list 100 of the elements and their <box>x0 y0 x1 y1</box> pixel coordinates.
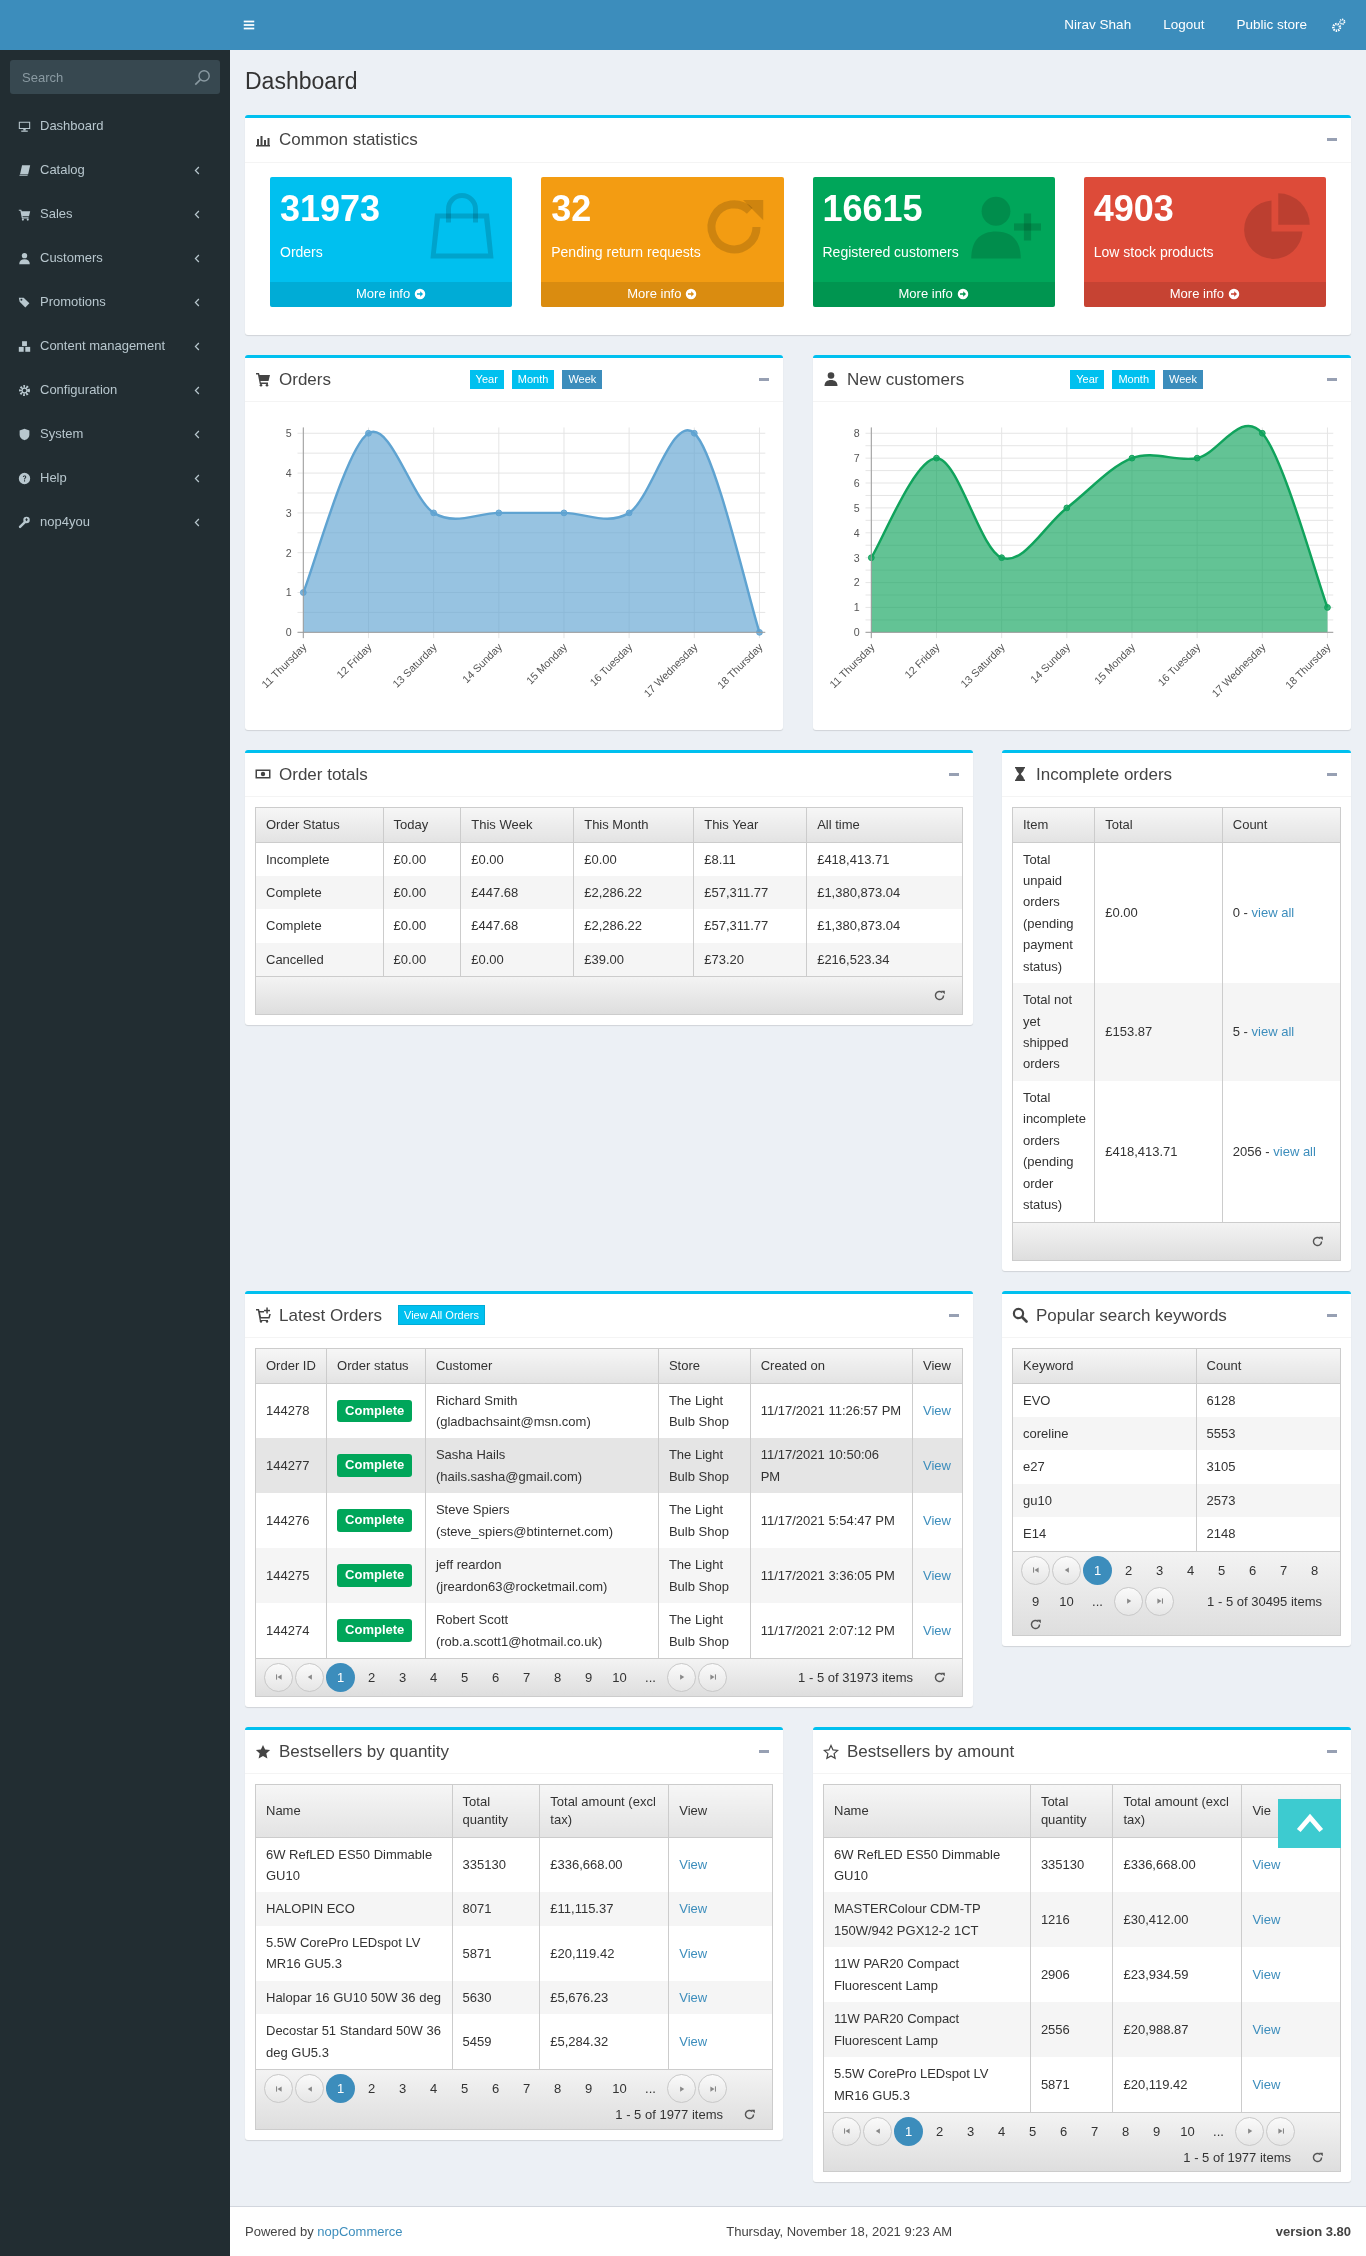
public-store-link[interactable]: Public store <box>1236 14 1307 36</box>
more-info-link[interactable]: More info <box>1083 281 1326 307</box>
page-button[interactable]: 8 <box>543 2074 572 2104</box>
view-link[interactable]: View <box>1252 2076 1281 2092</box>
last-page-button[interactable] <box>698 1662 727 1692</box>
view-link[interactable]: View <box>679 1857 708 1873</box>
page-button[interactable]: 4 <box>419 1662 448 1692</box>
more-info-link[interactable]: More info <box>812 281 1055 307</box>
sidebar-item[interactable]: Promotions <box>0 280 230 324</box>
collapse-button[interactable] <box>1327 772 1337 776</box>
collapse-button[interactable] <box>1327 377 1337 381</box>
page-button[interactable]: 6 <box>1238 1555 1267 1585</box>
page-button[interactable]: 2 <box>925 2116 954 2146</box>
next-page-button[interactable] <box>1114 1586 1143 1616</box>
page-button[interactable]: 4 <box>987 2116 1016 2146</box>
collapse-button[interactable] <box>1327 138 1337 142</box>
last-page-button[interactable] <box>1266 2116 1295 2146</box>
view-all-link[interactable]: view all <box>1273 1143 1316 1159</box>
sidebar-item[interactable]: Dashboard <box>0 104 230 148</box>
menu-button[interactable] <box>242 18 256 32</box>
page-button[interactable]: 2 <box>357 2074 386 2104</box>
view-link[interactable]: View <box>1252 1967 1281 1983</box>
previous-page-button[interactable] <box>295 1662 324 1692</box>
sidebar-item[interactable]: nop4you <box>0 500 230 544</box>
first-page-button[interactable] <box>832 2116 861 2146</box>
page-button[interactable]: 4 <box>1176 1555 1205 1585</box>
next-page-button[interactable] <box>1235 2116 1264 2146</box>
collapse-button[interactable] <box>949 772 959 776</box>
page-button[interactable]: 6 <box>1049 2116 1078 2146</box>
view-link[interactable]: View <box>923 1513 951 1529</box>
page-button[interactable]: 2 <box>357 1662 386 1692</box>
page-button[interactable]: 6 <box>481 1662 510 1692</box>
page-button[interactable]: 10 <box>1173 2116 1202 2146</box>
view-link[interactable]: View <box>679 1945 708 1961</box>
page-button[interactable]: 10 <box>605 1662 634 1692</box>
view-all-link[interactable]: view all <box>1251 1024 1295 1040</box>
page-button[interactable]: 9 <box>574 1662 603 1692</box>
first-page-button[interactable] <box>264 2074 293 2104</box>
page-button[interactable]: 1 <box>1083 1555 1112 1585</box>
page-button[interactable]: 9 <box>574 2074 603 2104</box>
page-button[interactable]: 9 <box>1142 2116 1171 2146</box>
page-button[interactable]: 5 <box>450 2074 479 2104</box>
page-button[interactable]: 7 <box>512 2074 541 2104</box>
next-page-button[interactable] <box>667 1662 696 1692</box>
last-page-button[interactable] <box>1145 1586 1174 1616</box>
page-button[interactable]: 7 <box>1269 1555 1298 1585</box>
page-button[interactable]: 5 <box>450 1662 479 1692</box>
page-button[interactable]: 1 <box>894 2116 923 2146</box>
sidebar-item[interactable]: System <box>0 412 230 456</box>
page-button[interactable]: 6 <box>481 2074 510 2104</box>
more-pages-button[interactable]: ... <box>1083 1586 1112 1616</box>
collapse-button[interactable] <box>759 1750 769 1754</box>
more-pages-button[interactable]: ... <box>636 1662 665 1692</box>
last-page-button[interactable] <box>698 2074 727 2104</box>
first-page-button[interactable] <box>264 1662 293 1692</box>
sidebar-item[interactable]: Catalog <box>0 148 230 192</box>
page-button[interactable]: 2 <box>1114 1555 1143 1585</box>
view-link[interactable]: View <box>923 1403 951 1419</box>
page-button[interactable]: 7 <box>1080 2116 1109 2146</box>
previous-page-button[interactable] <box>295 2074 324 2104</box>
collapse-button[interactable] <box>1327 1750 1337 1754</box>
sidebar-item[interactable]: Sales <box>0 192 230 236</box>
page-button[interactable]: 8 <box>1300 1555 1329 1585</box>
first-page-button[interactable] <box>1021 1555 1050 1585</box>
page-button[interactable]: 3 <box>956 2116 985 2146</box>
search-field[interactable]: Search <box>10 60 220 94</box>
page-button[interactable]: 8 <box>1111 2116 1140 2146</box>
sidebar-item[interactable]: Content management <box>0 324 230 368</box>
view-link[interactable]: View <box>679 2033 708 2049</box>
view-link[interactable]: View <box>923 1622 951 1638</box>
view-all-link[interactable]: view all <box>1251 905 1295 921</box>
page-button[interactable]: 4 <box>419 2074 448 2104</box>
period-button[interactable]: Week <box>562 369 603 390</box>
view-link[interactable]: View <box>1252 1857 1281 1873</box>
page-button[interactable]: 3 <box>1145 1555 1174 1585</box>
page-button[interactable]: 10 <box>605 2074 634 2104</box>
collapse-button[interactable] <box>949 1313 959 1317</box>
page-button[interactable]: 3 <box>388 2074 417 2104</box>
sidebar-item[interactable]: Help <box>0 456 230 500</box>
collapse-button[interactable] <box>1327 1313 1337 1317</box>
user-name-link[interactable]: Nirav Shah <box>1064 14 1132 36</box>
sidebar-item[interactable]: Customers <box>0 236 230 280</box>
page-button[interactable]: 5 <box>1207 1555 1236 1585</box>
next-page-button[interactable] <box>667 2074 696 2104</box>
page-button[interactable]: 1 <box>326 2074 355 2104</box>
more-pages-button[interactable]: ... <box>1204 2116 1233 2146</box>
collapse-button[interactable] <box>759 377 769 381</box>
page-button[interactable]: 10 <box>1052 1586 1081 1616</box>
page-button[interactable]: 8 <box>543 1662 572 1692</box>
sidebar-item[interactable]: Configuration <box>0 368 230 412</box>
previous-page-button[interactable] <box>1052 1555 1081 1585</box>
nopcommerce-link[interactable]: nopCommerce <box>317 2221 403 2242</box>
page-button[interactable]: 7 <box>512 1662 541 1692</box>
previous-page-button[interactable] <box>863 2116 892 2146</box>
period-button[interactable]: Week <box>1163 369 1203 390</box>
page-button[interactable]: 5 <box>1018 2116 1047 2146</box>
page-button[interactable]: 3 <box>388 1662 417 1692</box>
back-to-top-button[interactable] <box>1278 1798 1341 1848</box>
settings-button[interactable] <box>1331 17 1346 33</box>
page-button[interactable]: 9 <box>1021 1586 1050 1616</box>
